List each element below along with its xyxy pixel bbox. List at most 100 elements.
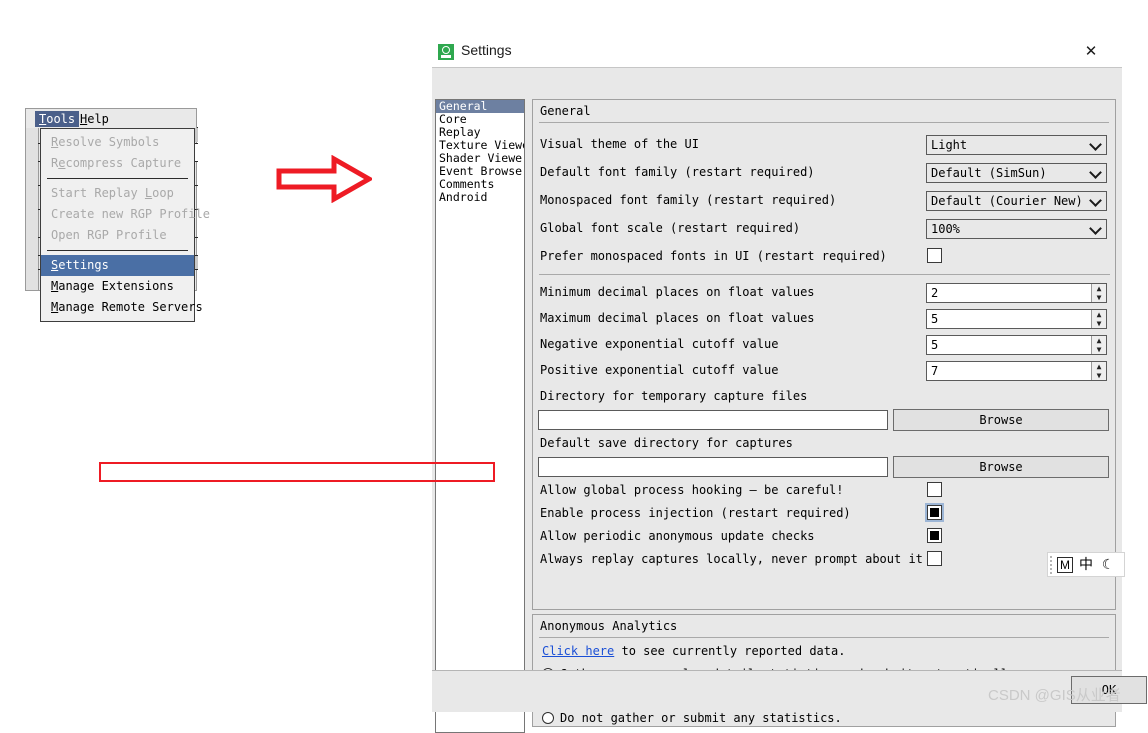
global-hooking-checkbox[interactable] bbox=[927, 482, 942, 497]
label-monospaced-font: Monospaced font family (restart required… bbox=[540, 193, 837, 207]
chevron-down-icon bbox=[1091, 140, 1100, 149]
menu-help[interactable]: Help bbox=[76, 111, 113, 127]
label-save-dir: Default save directory for captures bbox=[540, 436, 793, 450]
replay-locally-checkbox[interactable] bbox=[927, 551, 942, 566]
row-default-font: Default font family (restart required) D… bbox=[540, 163, 1110, 183]
stepper-up-icon[interactable]: ▲ bbox=[1092, 310, 1106, 319]
stepper-up-icon[interactable]: ▲ bbox=[1092, 336, 1106, 345]
global-font-scale-select[interactable]: 100% bbox=[926, 219, 1107, 239]
group-title-analytics: Anonymous Analytics bbox=[540, 619, 678, 633]
menu-tools-rest: ools bbox=[46, 112, 76, 126]
analytics-report-line: Click here to see currently reported dat… bbox=[542, 644, 845, 658]
menu-separator bbox=[47, 250, 188, 251]
positive-exponential-value: 7 bbox=[931, 364, 939, 378]
settings-app-icon bbox=[438, 44, 454, 60]
negative-exponential-value: 5 bbox=[931, 338, 939, 352]
stepper-down-icon[interactable]: ▼ bbox=[1092, 371, 1106, 380]
drag-handle-icon[interactable] bbox=[1050, 556, 1052, 575]
watermark: CSDN @GIS从业者 bbox=[988, 687, 1121, 704]
menu-item-create-new-rgp-profile[interactable]: Create new RGP Profile bbox=[41, 204, 210, 225]
update-checks-checkbox[interactable] bbox=[927, 528, 942, 543]
menu-separator bbox=[47, 178, 188, 179]
label-min-decimal: Minimum decimal places on float values bbox=[540, 285, 815, 299]
dialog-titlebar: Settings ✕ bbox=[432, 36, 1122, 67]
stepper-buttons[interactable]: ▲ ▼ bbox=[1091, 362, 1106, 380]
analytics-report-suffix: to see currently reported data. bbox=[614, 644, 846, 658]
stepper-buttons[interactable]: ▲ ▼ bbox=[1091, 310, 1106, 328]
temp-dir-browse-button[interactable]: Browse bbox=[893, 409, 1109, 431]
row-max-decimal: Maximum decimal places on float values 5… bbox=[540, 309, 1110, 329]
label-temp-dir: Directory for temporary capture files bbox=[540, 389, 808, 403]
min-decimal-stepper[interactable]: 2 ▲ ▼ bbox=[926, 283, 1107, 303]
chevron-down-icon bbox=[1091, 168, 1100, 177]
menu-item-label: compress Capture bbox=[65, 156, 182, 170]
dialog-title: Settings bbox=[461, 42, 512, 58]
negative-exponential-stepper[interactable]: 5 ▲ ▼ bbox=[926, 335, 1107, 355]
close-icon[interactable]: ✕ bbox=[1082, 43, 1100, 61]
row-global-font-scale: Global font scale (restart required) 100… bbox=[540, 219, 1110, 239]
chevron-down-icon bbox=[1091, 224, 1100, 233]
menu-item-label: esolve Symbols bbox=[58, 135, 160, 149]
default-font-select[interactable]: Default (SimSun) bbox=[926, 163, 1107, 183]
menu-item-label: anage Remote Servers bbox=[58, 300, 203, 314]
stepper-down-icon[interactable]: ▼ bbox=[1092, 319, 1106, 328]
visual-theme-select[interactable]: Light bbox=[926, 135, 1107, 155]
label-process-injection: Enable process injection (restart requir… bbox=[540, 506, 851, 520]
ime-toolbar[interactable]: M 中 ☾ bbox=[1047, 552, 1125, 577]
ime-mode-badge[interactable]: M bbox=[1057, 557, 1073, 573]
tools-dropdown-menu[interactable]: Resolve Symbols Recompress Capture Start… bbox=[40, 128, 210, 322]
stepper-down-icon[interactable]: ▼ bbox=[1092, 345, 1106, 354]
settings-category-list[interactable]: General Core Replay Texture Viewer Shade… bbox=[435, 99, 525, 733]
ime-language-icon[interactable]: 中 bbox=[1079, 556, 1093, 574]
global-font-scale-value: 100% bbox=[931, 222, 960, 236]
right-arrow-icon bbox=[276, 155, 372, 203]
menu-item-manage-remote-servers[interactable]: Manage Remote Servers bbox=[41, 297, 203, 318]
sidebar-item-android[interactable]: Android bbox=[436, 191, 524, 204]
dialog-body: General Core Replay Texture Viewer Shade… bbox=[432, 67, 1124, 733]
stepper-buttons[interactable]: ▲ ▼ bbox=[1091, 284, 1106, 302]
row-negative-exponential: Negative exponential cutoff value 5 ▲ ▼ bbox=[540, 335, 1110, 355]
menu-item-start-replay-loop[interactable]: Start Replay Loop bbox=[41, 183, 194, 204]
radio-no-stats[interactable] bbox=[542, 712, 554, 724]
settings-dialog: Settings ✕ General Core Replay Texture V… bbox=[432, 36, 1124, 733]
label-global-font-scale: Global font scale (restart required) bbox=[540, 221, 801, 235]
label-positive-exponential: Positive exponential cutoff value bbox=[540, 363, 779, 377]
menu-item-settings[interactable]: Settings bbox=[41, 255, 194, 276]
row-process-injection: Enable process injection (restart requir… bbox=[540, 503, 1110, 524]
label-max-decimal: Maximum decimal places on float values bbox=[540, 311, 815, 325]
label-replay-locally: Always replay captures locally, never pr… bbox=[540, 552, 923, 566]
stepper-buttons[interactable]: ▲ ▼ bbox=[1091, 336, 1106, 354]
row-prefer-monospaced: Prefer monospaced fonts in UI (restart r… bbox=[540, 247, 1110, 267]
label-negative-exponential: Negative exponential cutoff value bbox=[540, 337, 779, 351]
row-update-checks: Allow periodic anonymous update checks bbox=[540, 527, 1110, 547]
max-decimal-stepper[interactable]: 5 ▲ ▼ bbox=[926, 309, 1107, 329]
menu-item-open-rgp-profile[interactable]: Open RGP Profile bbox=[41, 225, 194, 246]
menu-item-recompress-capture[interactable]: Recompress Capture bbox=[41, 153, 194, 174]
process-injection-checkbox[interactable] bbox=[925, 503, 944, 522]
save-dir-browse-button[interactable]: Browse bbox=[893, 456, 1109, 478]
monospaced-font-value: Default (Courier New) bbox=[931, 194, 1083, 208]
temp-dir-input[interactable] bbox=[538, 410, 888, 430]
prefer-monospaced-checkbox[interactable] bbox=[927, 248, 942, 263]
background-left-rail bbox=[26, 109, 39, 290]
group-title-general: General bbox=[540, 104, 591, 118]
row-monospaced-font: Monospaced font family (restart required… bbox=[540, 191, 1110, 211]
menu-item-manage-extensions[interactable]: Manage Extensions bbox=[41, 276, 194, 297]
ime-shape-icon[interactable]: ☾ bbox=[1102, 556, 1110, 574]
visual-theme-value: Light bbox=[931, 138, 968, 152]
stepper-up-icon[interactable]: ▲ bbox=[1092, 362, 1106, 371]
menu-item-resolve-symbols[interactable]: Resolve Symbols bbox=[41, 132, 194, 153]
save-dir-input[interactable] bbox=[538, 457, 888, 477]
section-divider bbox=[539, 274, 1110, 275]
row-positive-exponential: Positive exponential cutoff value 7 ▲ ▼ bbox=[540, 361, 1110, 381]
positive-exponential-stepper[interactable]: 7 ▲ ▼ bbox=[926, 361, 1107, 381]
click-here-link[interactable]: Click here bbox=[542, 644, 614, 658]
row-replay-locally: Always replay captures locally, never pr… bbox=[540, 550, 1110, 570]
monospaced-font-select[interactable]: Default (Courier New) bbox=[926, 191, 1107, 211]
stepper-up-icon[interactable]: ▲ bbox=[1092, 284, 1106, 293]
menu-tools[interactable]: Tools bbox=[35, 111, 80, 127]
max-decimal-value: 5 bbox=[931, 312, 939, 326]
label-global-hooking: Allow global process hooking – be carefu… bbox=[540, 483, 844, 497]
label-default-font: Default font family (restart required) bbox=[540, 165, 815, 179]
stepper-down-icon[interactable]: ▼ bbox=[1092, 293, 1106, 302]
